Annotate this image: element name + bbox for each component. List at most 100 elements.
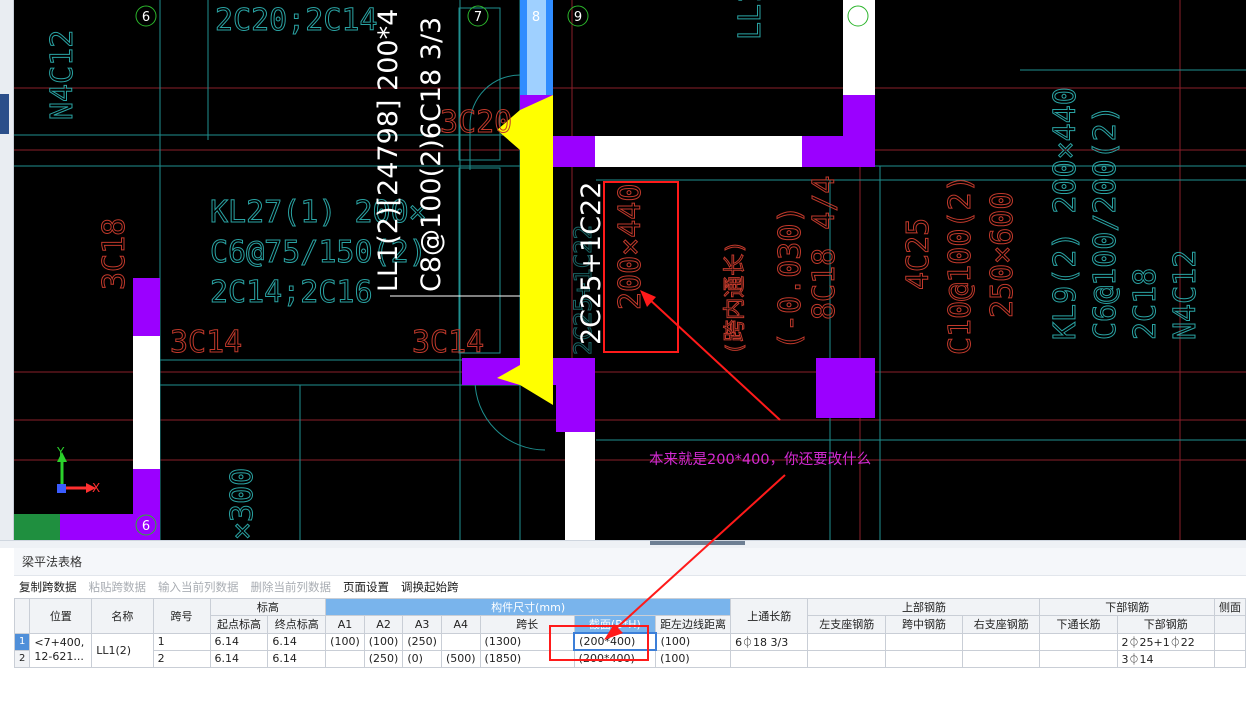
cell-top-through[interactable]: 6⏀18 3/3: [730, 632, 809, 651]
header-section: 截面(B*H): [573, 615, 657, 634]
header-a2: A2: [363, 615, 404, 634]
splitter-grip[interactable]: [650, 541, 745, 545]
text-3c20: 3C20: [440, 105, 512, 140]
header-start-elev: 起点标高: [209, 615, 269, 634]
cell-offset[interactable]: (100): [655, 632, 732, 651]
panel-splitter[interactable]: [0, 540, 1246, 548]
text-c10: C10@100(2): [943, 174, 978, 355]
cell-a4[interactable]: [440, 632, 481, 651]
row-number[interactable]: 1: [13, 632, 31, 651]
text-kl9-2: C6@100/200(2): [1088, 105, 1123, 340]
cell-name[interactable]: LL1(2): [91, 632, 154, 668]
cad-canvas[interactable]: 6 7 8 9 6 2C20;2C14 KL27(1) 200× C6@75/1…: [0, 0, 1246, 540]
text-kl9-4: N4C12: [1168, 250, 1203, 340]
cell-bottom-bar[interactable]: 3⏀14: [1116, 649, 1215, 668]
header-left-support: 左支座钢筋: [807, 615, 886, 634]
header-bottom-through: 下通长筋: [1039, 615, 1118, 634]
cell-end-elev[interactable]: 6.14: [267, 632, 327, 651]
cell-bottom-through[interactable]: [1039, 632, 1118, 651]
text-kl27-3: 2C14;2C16: [210, 275, 373, 310]
header-side: 侧面: [1213, 598, 1246, 616]
cell-section[interactable]: (200*400): [573, 649, 657, 668]
text-4c25: 4C25: [901, 218, 936, 290]
header-name: 名称: [91, 598, 154, 634]
delete-column-data-button[interactable]: 删除当前列数据: [251, 579, 332, 595]
svg-text:Y: Y: [56, 445, 65, 459]
text-200x440: 200×440: [613, 184, 648, 310]
swap-start-span-button[interactable]: 调换起始跨: [401, 579, 459, 595]
cell-a4[interactable]: (500): [440, 649, 481, 668]
header-span-len: 跨长: [479, 615, 575, 634]
left-side-toolbar[interactable]: [0, 0, 14, 540]
axis-label-8: 8: [532, 10, 540, 25]
cell-a1[interactable]: [325, 649, 365, 668]
text-ll1-cols: LL1 C8 6C: [733, 0, 768, 40]
text-ll1-line1: LL1(2)[24798] 200*4: [373, 9, 404, 292]
cell-bottom-bar[interactable]: 2⏀25+1⏀22: [1116, 632, 1215, 651]
axis-label-6: 6: [142, 10, 150, 25]
header-a4: A4: [440, 615, 481, 634]
paste-span-data-button[interactable]: 粘贴跨数据: [89, 579, 147, 595]
cell-start-elev[interactable]: 6.14: [209, 649, 269, 668]
header-elev: 标高: [209, 598, 327, 616]
text-2c25-rebar: 2C25+1C22: [576, 182, 607, 345]
cell-start-elev[interactable]: 6.14: [209, 632, 269, 651]
cell-top-through[interactable]: [730, 649, 809, 668]
header-mid-span: 跨中钢筋: [884, 615, 964, 634]
cell-left-support[interactable]: [807, 632, 886, 651]
text-250x600: 250×600: [985, 192, 1020, 318]
beam-table-panel: 梁平法表格 复制跨数据 粘贴跨数据 输入当前列数据 删除当前列数据 页面设置 调…: [13, 548, 1246, 723]
cell-a1[interactable]: (100): [325, 632, 365, 651]
cell-a2[interactable]: (100): [363, 632, 404, 651]
header-span: 跨号: [152, 598, 211, 634]
cell-a3[interactable]: (0): [402, 649, 442, 668]
page-settings-button[interactable]: 页面设置: [343, 579, 389, 595]
header-size-group: 构件尺寸(mm): [325, 598, 732, 616]
text-3c14-a: 3C14: [170, 325, 242, 360]
text-ll1-line2: C8@100(2)6C18 3/3: [416, 17, 447, 292]
header-top-through: 上通长筋: [730, 598, 809, 634]
cell-a3[interactable]: (250): [402, 632, 442, 651]
cell-end-elev[interactable]: 6.14: [267, 649, 327, 668]
cad-drawing[interactable]: 6 7 8 9 6 2C20;2C14 KL27(1) 200× C6@75/1…: [0, 0, 1246, 540]
ucs-icon: Y X: [56, 445, 100, 495]
cell-mid-span[interactable]: [884, 649, 964, 668]
axis-label-7: 7: [474, 10, 482, 25]
axis-label-9: 9: [574, 10, 582, 25]
svg-text:X: X: [92, 481, 100, 495]
beam-table: 位置 名称 跨号 标高 构件尺寸(mm) 上通长筋 上部钢筋 下部钢筋 侧面 起…: [13, 598, 1246, 668]
axis-label-6-bottom: 6: [142, 519, 150, 534]
cell-offset[interactable]: (100): [655, 649, 732, 668]
cell-right-support[interactable]: [961, 632, 1041, 651]
text-x300: ×300: [225, 468, 260, 540]
cell-bottom-through[interactable]: [1039, 649, 1118, 668]
cell-span-len[interactable]: (1300): [479, 632, 575, 651]
header-bottom-group: 下部钢筋: [1039, 598, 1215, 616]
header-top-group: 上部钢筋: [807, 598, 1041, 616]
cell-mid-span[interactable]: [884, 632, 964, 651]
text-kuanei: (跨内通长): [723, 241, 748, 356]
table-row[interactable]: 2 2 6.14 6.14 (250) (0) (500) (1850) (20…: [13, 649, 1246, 668]
cell-left-support[interactable]: [807, 649, 886, 668]
cell-section[interactable]: (200*400): [573, 632, 657, 651]
cell-span-len[interactable]: (1850): [479, 649, 575, 668]
text-kl9-3: 2C18: [1128, 268, 1163, 340]
text-elev: (-0.030): [773, 206, 808, 351]
text-n4c12-top: N4C12: [45, 30, 80, 120]
cell-span[interactable]: 2: [152, 649, 211, 668]
cell-right-support[interactable]: [961, 649, 1041, 668]
row-number[interactable]: 2: [13, 649, 31, 668]
cell-span[interactable]: 1: [152, 632, 211, 651]
table-row[interactable]: 1 <7+400, 12-621... LL1(2) 1 6.14 6.14 (…: [13, 632, 1246, 668]
header-offset: 距左边线距离: [655, 615, 732, 634]
panel-title: 梁平法表格: [14, 548, 1246, 576]
cell-pos[interactable]: <7+400, 12-621...: [29, 632, 93, 668]
text-3c18: 3C18: [97, 218, 132, 290]
copy-span-data-button[interactable]: 复制跨数据: [19, 579, 77, 595]
text-kl9-1: KL9(2) 200×440: [1048, 87, 1083, 340]
text-8c18: 8C18 4/4: [807, 176, 842, 321]
header-bottom-bar: 下部钢筋: [1116, 615, 1215, 634]
input-column-data-button[interactable]: 输入当前列数据: [158, 579, 239, 595]
cell-a2[interactable]: (250): [363, 649, 404, 668]
header-a1: A1: [325, 615, 365, 634]
